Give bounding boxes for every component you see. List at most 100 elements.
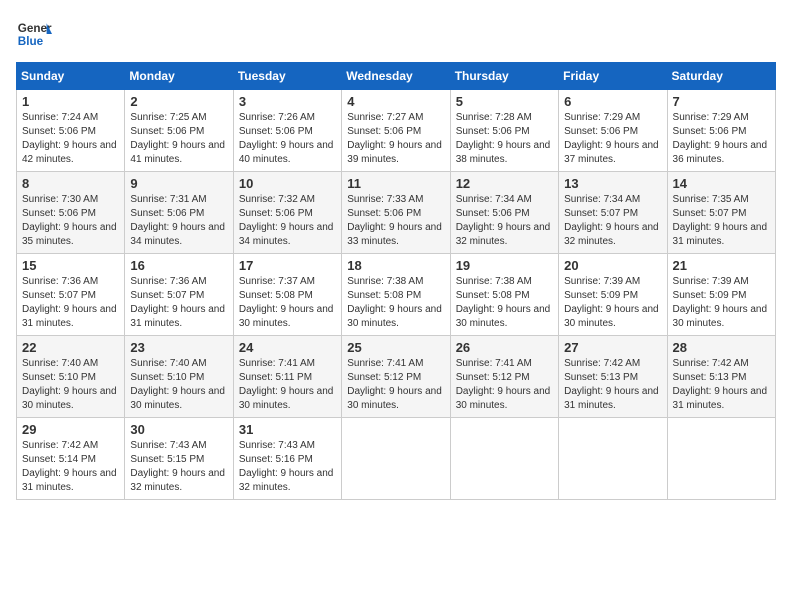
day-number: 17 xyxy=(239,258,336,273)
calendar-cell: 8 Sunrise: 7:30 AM Sunset: 5:06 PM Dayli… xyxy=(17,172,125,254)
calendar-cell: 18 Sunrise: 7:38 AM Sunset: 5:08 PM Dayl… xyxy=(342,254,450,336)
weekday-header: Monday xyxy=(125,63,233,90)
calendar-cell: 9 Sunrise: 7:31 AM Sunset: 5:06 PM Dayli… xyxy=(125,172,233,254)
day-info: Sunrise: 7:32 AM Sunset: 5:06 PM Dayligh… xyxy=(239,193,336,249)
calendar-cell: 11 Sunrise: 7:33 AM Sunset: 5:06 PM Dayl… xyxy=(342,172,450,254)
calendar-cell: 22 Sunrise: 7:40 AM Sunset: 5:10 PM Dayl… xyxy=(17,336,125,418)
calendar-week-row: 22 Sunrise: 7:40 AM Sunset: 5:10 PM Dayl… xyxy=(17,336,776,418)
calendar-cell: 16 Sunrise: 7:36 AM Sunset: 5:07 PM Dayl… xyxy=(125,254,233,336)
calendar-cell: 7 Sunrise: 7:29 AM Sunset: 5:06 PM Dayli… xyxy=(667,90,775,172)
calendar-cell: 1 Sunrise: 7:24 AM Sunset: 5:06 PM Dayli… xyxy=(17,90,125,172)
day-info: Sunrise: 7:31 AM Sunset: 5:06 PM Dayligh… xyxy=(130,193,227,249)
day-info: Sunrise: 7:43 AM Sunset: 5:16 PM Dayligh… xyxy=(239,439,336,495)
day-number: 13 xyxy=(564,176,661,191)
day-info: Sunrise: 7:40 AM Sunset: 5:10 PM Dayligh… xyxy=(22,357,119,413)
day-number: 10 xyxy=(239,176,336,191)
day-info: Sunrise: 7:41 AM Sunset: 5:11 PM Dayligh… xyxy=(239,357,336,413)
calendar-cell: 3 Sunrise: 7:26 AM Sunset: 5:06 PM Dayli… xyxy=(233,90,341,172)
day-number: 26 xyxy=(456,340,553,355)
calendar-week-row: 8 Sunrise: 7:30 AM Sunset: 5:06 PM Dayli… xyxy=(17,172,776,254)
day-info: Sunrise: 7:29 AM Sunset: 5:06 PM Dayligh… xyxy=(564,111,661,167)
day-info: Sunrise: 7:28 AM Sunset: 5:06 PM Dayligh… xyxy=(456,111,553,167)
calendar-cell xyxy=(450,418,558,500)
day-number: 14 xyxy=(673,176,770,191)
weekday-header: Wednesday xyxy=(342,63,450,90)
day-number: 11 xyxy=(347,176,444,191)
day-number: 22 xyxy=(22,340,119,355)
day-info: Sunrise: 7:42 AM Sunset: 5:13 PM Dayligh… xyxy=(673,357,770,413)
page-header: General Blue xyxy=(16,16,776,52)
calendar-cell xyxy=(342,418,450,500)
day-number: 18 xyxy=(347,258,444,273)
day-number: 6 xyxy=(564,94,661,109)
day-number: 21 xyxy=(673,258,770,273)
calendar-cell: 14 Sunrise: 7:35 AM Sunset: 5:07 PM Dayl… xyxy=(667,172,775,254)
day-info: Sunrise: 7:26 AM Sunset: 5:06 PM Dayligh… xyxy=(239,111,336,167)
day-number: 3 xyxy=(239,94,336,109)
day-info: Sunrise: 7:30 AM Sunset: 5:06 PM Dayligh… xyxy=(22,193,119,249)
calendar-cell: 4 Sunrise: 7:27 AM Sunset: 5:06 PM Dayli… xyxy=(342,90,450,172)
calendar-cell: 21 Sunrise: 7:39 AM Sunset: 5:09 PM Dayl… xyxy=(667,254,775,336)
weekday-header: Saturday xyxy=(667,63,775,90)
day-info: Sunrise: 7:43 AM Sunset: 5:15 PM Dayligh… xyxy=(130,439,227,495)
calendar-cell: 2 Sunrise: 7:25 AM Sunset: 5:06 PM Dayli… xyxy=(125,90,233,172)
day-info: Sunrise: 7:40 AM Sunset: 5:10 PM Dayligh… xyxy=(130,357,227,413)
day-info: Sunrise: 7:39 AM Sunset: 5:09 PM Dayligh… xyxy=(673,275,770,331)
day-number: 8 xyxy=(22,176,119,191)
calendar-cell: 27 Sunrise: 7:42 AM Sunset: 5:13 PM Dayl… xyxy=(559,336,667,418)
day-number: 19 xyxy=(456,258,553,273)
day-number: 24 xyxy=(239,340,336,355)
day-info: Sunrise: 7:37 AM Sunset: 5:08 PM Dayligh… xyxy=(239,275,336,331)
day-number: 27 xyxy=(564,340,661,355)
day-info: Sunrise: 7:34 AM Sunset: 5:06 PM Dayligh… xyxy=(456,193,553,249)
day-number: 31 xyxy=(239,422,336,437)
calendar-cell: 12 Sunrise: 7:34 AM Sunset: 5:06 PM Dayl… xyxy=(450,172,558,254)
calendar-cell: 26 Sunrise: 7:41 AM Sunset: 5:12 PM Dayl… xyxy=(450,336,558,418)
day-info: Sunrise: 7:41 AM Sunset: 5:12 PM Dayligh… xyxy=(456,357,553,413)
day-info: Sunrise: 7:36 AM Sunset: 5:07 PM Dayligh… xyxy=(22,275,119,331)
day-info: Sunrise: 7:25 AM Sunset: 5:06 PM Dayligh… xyxy=(130,111,227,167)
calendar-cell: 5 Sunrise: 7:28 AM Sunset: 5:06 PM Dayli… xyxy=(450,90,558,172)
logo: General Blue xyxy=(16,16,52,52)
day-info: Sunrise: 7:38 AM Sunset: 5:08 PM Dayligh… xyxy=(347,275,444,331)
day-info: Sunrise: 7:33 AM Sunset: 5:06 PM Dayligh… xyxy=(347,193,444,249)
day-number: 12 xyxy=(456,176,553,191)
day-info: Sunrise: 7:35 AM Sunset: 5:07 PM Dayligh… xyxy=(673,193,770,249)
calendar-cell: 20 Sunrise: 7:39 AM Sunset: 5:09 PM Dayl… xyxy=(559,254,667,336)
calendar-cell: 10 Sunrise: 7:32 AM Sunset: 5:06 PM Dayl… xyxy=(233,172,341,254)
day-number: 23 xyxy=(130,340,227,355)
day-number: 4 xyxy=(347,94,444,109)
day-number: 28 xyxy=(673,340,770,355)
day-number: 29 xyxy=(22,422,119,437)
calendar-cell: 29 Sunrise: 7:42 AM Sunset: 5:14 PM Dayl… xyxy=(17,418,125,500)
day-info: Sunrise: 7:34 AM Sunset: 5:07 PM Dayligh… xyxy=(564,193,661,249)
day-info: Sunrise: 7:41 AM Sunset: 5:12 PM Dayligh… xyxy=(347,357,444,413)
calendar-week-row: 15 Sunrise: 7:36 AM Sunset: 5:07 PM Dayl… xyxy=(17,254,776,336)
day-number: 9 xyxy=(130,176,227,191)
weekday-header: Friday xyxy=(559,63,667,90)
day-number: 16 xyxy=(130,258,227,273)
calendar-week-row: 1 Sunrise: 7:24 AM Sunset: 5:06 PM Dayli… xyxy=(17,90,776,172)
day-number: 7 xyxy=(673,94,770,109)
day-info: Sunrise: 7:39 AM Sunset: 5:09 PM Dayligh… xyxy=(564,275,661,331)
calendar-cell: 24 Sunrise: 7:41 AM Sunset: 5:11 PM Dayl… xyxy=(233,336,341,418)
day-number: 15 xyxy=(22,258,119,273)
day-number: 1 xyxy=(22,94,119,109)
weekday-header: Thursday xyxy=(450,63,558,90)
calendar-header: SundayMondayTuesdayWednesdayThursdayFrid… xyxy=(17,63,776,90)
day-info: Sunrise: 7:29 AM Sunset: 5:06 PM Dayligh… xyxy=(673,111,770,167)
day-number: 20 xyxy=(564,258,661,273)
calendar-cell: 13 Sunrise: 7:34 AM Sunset: 5:07 PM Dayl… xyxy=(559,172,667,254)
logo-icon: General Blue xyxy=(16,16,52,52)
calendar-cell: 25 Sunrise: 7:41 AM Sunset: 5:12 PM Dayl… xyxy=(342,336,450,418)
calendar-cell: 19 Sunrise: 7:38 AM Sunset: 5:08 PM Dayl… xyxy=(450,254,558,336)
calendar-cell: 31 Sunrise: 7:43 AM Sunset: 5:16 PM Dayl… xyxy=(233,418,341,500)
calendar-cell: 6 Sunrise: 7:29 AM Sunset: 5:06 PM Dayli… xyxy=(559,90,667,172)
day-number: 30 xyxy=(130,422,227,437)
day-info: Sunrise: 7:42 AM Sunset: 5:13 PM Dayligh… xyxy=(564,357,661,413)
calendar-cell: 23 Sunrise: 7:40 AM Sunset: 5:10 PM Dayl… xyxy=(125,336,233,418)
svg-text:Blue: Blue xyxy=(18,35,44,48)
day-info: Sunrise: 7:24 AM Sunset: 5:06 PM Dayligh… xyxy=(22,111,119,167)
calendar-cell: 15 Sunrise: 7:36 AM Sunset: 5:07 PM Dayl… xyxy=(17,254,125,336)
day-number: 2 xyxy=(130,94,227,109)
